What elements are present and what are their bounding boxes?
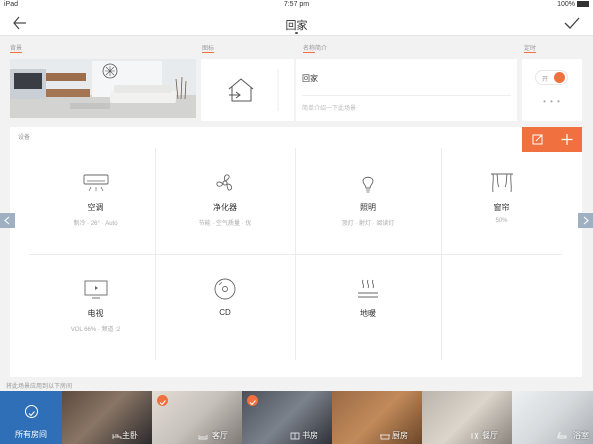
battery-icon [577,1,589,8]
device-air-conditioner[interactable]: 空调 制冷 · 26° · Auto [29,148,162,254]
room-living-room[interactable]: 客厅 [152,391,242,444]
scene-name-card: 回家 简单介绍一下此场景 [296,59,517,121]
battery-status: 100% [557,1,589,8]
floor-heating-icon [358,279,378,298]
page-title: 回家 [285,20,308,32]
section-label-devices: 设备 [18,135,31,141]
device-name: 照明 [360,203,376,212]
room-master-bedroom[interactable]: 主卧 [62,391,152,444]
room-name: 所有房间 [15,430,47,439]
scene-name-input[interactable]: 回家 [302,73,318,84]
device-name: 电视 [87,309,104,318]
sofa-icon [198,435,208,440]
checkmark-icon [564,17,580,29]
checked-badge [247,395,258,406]
status-bar: iPad 7:57 pm 100% [0,0,593,10]
confirm-button[interactable] [563,14,581,32]
dining-icon [471,432,479,440]
device-name: 窗帘 [493,203,510,212]
toggle-label: 开 [542,77,549,83]
timer-card: 开 • • • [522,59,582,121]
section-label-name: 名称简介 [303,46,328,52]
scene-background-image[interactable] [10,59,196,118]
room-name: 浴室 [573,431,589,440]
room-name: 客厅 [212,431,228,440]
tv-icon [84,280,107,299]
fan-icon [216,174,233,191]
room-name: 厨房 [392,431,408,440]
room-study[interactable]: 书房 [242,391,332,444]
scene-description-input[interactable]: 简单介绍一下此场景 [302,103,356,112]
device-status: 顶灯 · 射灯 · 阅读灯 [341,221,395,227]
device-name: 地暖 [360,309,376,318]
section-label-background: 背景 [10,46,23,52]
toggle-knob [554,72,565,83]
divider [302,95,511,96]
device-lighting[interactable]: 照明 顶灯 · 射灯 · 阅读灯 [295,148,441,254]
room-name: 主卧 [122,431,138,440]
section-underline [524,52,536,53]
room-kitchen[interactable]: 厨房 [332,391,422,444]
battery-percent: 100% [557,1,575,8]
air-conditioner-icon [83,174,108,192]
device-tv[interactable]: 电视 VOL 66% · 频道 :2 [29,254,162,360]
device-air-purifier[interactable]: 净化器 节能 · 空气质量 · 优 [155,148,295,254]
next-page-button[interactable] [578,213,593,228]
status-time: 7:57 pm [283,1,310,8]
select-all-icon [25,405,38,418]
device-cd[interactable]: CD [155,254,295,360]
room-name: 餐厅 [482,431,498,440]
timer-more-button[interactable]: • • • [522,97,582,106]
room-name: 书房 [302,431,318,440]
title-indicator [295,32,298,34]
previous-page-button[interactable] [0,213,15,228]
apply-rooms-hint: 将此场景应用到以下房间 [6,384,73,390]
device-name: CD [219,308,231,317]
bathtub-icon [557,432,567,439]
chevron-right-icon [583,216,589,225]
room-bathroom[interactable]: 浴室 [512,391,593,444]
device-status: 节能 · 空气质量 · 优 [198,221,252,227]
device-status: VOL 66% · 频道 :2 [70,327,121,333]
device-name: 净化器 [213,203,237,212]
bulb-icon [362,176,374,193]
device-name: 空调 [87,203,104,212]
section-underline [10,52,22,53]
scene-icon-card[interactable] [201,59,294,121]
chevron-left-icon [4,216,10,225]
room-dining-room[interactable]: 餐厅 [422,391,512,444]
bed-icon [112,434,122,439]
section-label-icon: 图标 [202,46,215,52]
checked-badge [157,395,168,406]
device-status: 50% [495,218,508,224]
device-status: 制冷 · 26° · Auto [73,221,118,227]
cd-icon [214,278,236,300]
pot-icon [380,434,390,440]
curtain-icon [490,173,513,193]
living-room-photo [10,59,196,118]
home-icon [228,69,279,111]
book-icon [290,432,300,440]
room-all[interactable]: 所有房间 [0,391,62,444]
device-curtain[interactable]: 窗帘 50% [441,148,562,254]
timer-toggle[interactable]: 开 [535,70,568,85]
device-floor-heating[interactable]: 地暖 [295,254,441,360]
device-grid: 空调 制冷 · 26° · Auto 净化器 节能 · 空气质量 · 优 照明 … [29,148,562,360]
section-label-timer: 定时 [524,46,537,52]
room-selector: 所有房间 主卧 客厅 书房 厨房 餐厅 浴室 [0,391,593,444]
section-underline [303,52,315,53]
navigation-bar: 回家 [0,10,593,36]
section-underline [202,52,214,53]
